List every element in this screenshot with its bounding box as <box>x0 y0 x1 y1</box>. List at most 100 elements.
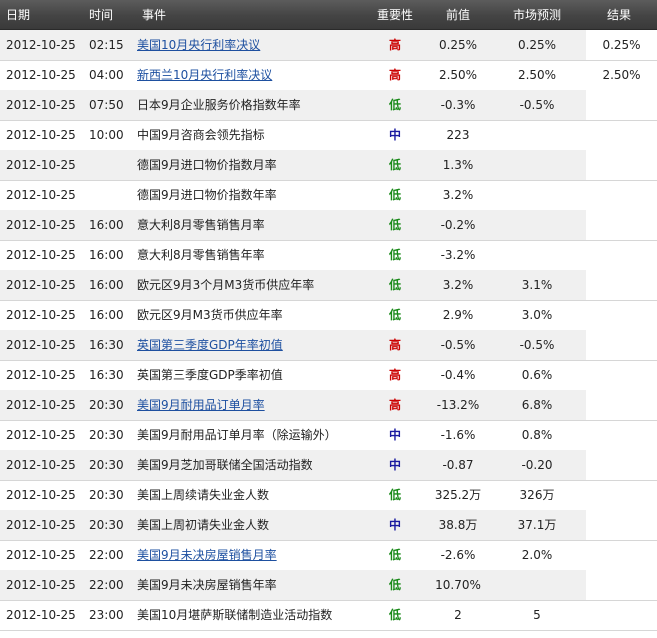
cell-event: 欧元区9月M3货币供应年率 <box>137 308 283 322</box>
cell-event: 德国9月进口物价指数年率 <box>137 188 277 202</box>
table-row: 2012-10-25 20:30 美国9月耐用品订单月率 高 -13.2% 6.8% <box>0 390 657 421</box>
header-importance: 重要性 <box>376 8 413 22</box>
cell-forecast: -0.20 <box>521 458 553 472</box>
cell-event: 美国9月未决房屋销售月率 <box>137 540 277 570</box>
cell-importance: 高 <box>388 398 401 412</box>
cell-result: 0.25% <box>586 30 657 60</box>
event-link[interactable]: 美国9月耐用品订单月率 <box>137 398 265 412</box>
event-link[interactable]: 美国10月央行利率决议 <box>137 38 260 52</box>
cell-time: 20:30 <box>89 518 124 532</box>
cell-importance: 低 <box>388 218 401 232</box>
cell-importance: 低 <box>388 188 401 202</box>
cell-importance: 低 <box>388 248 401 262</box>
table-row: 2012-10-25 02:15 美国10月央行利率决议 高 0.25% 0.25% 0.2… <box>0 30 657 61</box>
cell-previous: 223 <box>446 128 470 142</box>
table-row: 2012-10-25 16:00 欧元区9月M3货币供应年率 低 2.9% 3.0% <box>0 300 657 331</box>
cell-event: 美国10月央行利率决议 <box>137 30 260 60</box>
cell-time: 10:00 <box>89 128 124 142</box>
cell-previous: 3.2% <box>442 188 474 202</box>
cell-result <box>586 390 657 420</box>
economic-calendar-table: 日期 时间 事件 重要性 前值 市场预测 结果 2012-10-25 02:15 美… <box>0 0 657 638</box>
table-row: 2012-10-25 16:00 意大利8月零售销售月率 低 -0.2% <box>0 210 657 241</box>
cell-event: 新西兰10月央行利率决议 <box>137 60 272 90</box>
cell-previous: -0.4% <box>440 368 476 382</box>
cell-result <box>586 330 657 360</box>
header-previous: 前值 <box>445 8 470 22</box>
cell-forecast: 3.0% <box>521 308 553 322</box>
cell-date: 2012-10-25 <box>6 368 76 382</box>
table-row: 2012-10-25 20:30 美国9月耐用品订单月率（除运输外） 中 -1.6% 0.… <box>0 420 657 451</box>
cell-date: 2012-10-25 <box>6 308 76 322</box>
cell-importance: 中 <box>388 458 401 472</box>
cell-forecast: -0.5% <box>519 98 555 112</box>
cell-forecast: 2.50% <box>517 68 557 82</box>
cell-date: 2012-10-25 <box>6 428 76 442</box>
cell-forecast: 3.1% <box>521 278 553 292</box>
cell-previous: 10.70% <box>435 578 481 592</box>
cell-event: 美国上周续请失业金人数 <box>137 488 270 502</box>
cell-importance: 中 <box>388 518 401 532</box>
cell-date: 2012-10-25 <box>6 158 76 172</box>
cell-time: 23:00 <box>89 608 124 622</box>
cell-event: 英国第三季度GDP季率初值 <box>137 368 283 382</box>
table-header: 日期 时间 事件 重要性 前值 市场预测 结果 <box>0 0 657 30</box>
cell-date: 2012-10-25 <box>6 458 76 472</box>
cell-time: 22:00 <box>89 578 124 592</box>
cell-importance: 中 <box>388 428 401 442</box>
cell-date: 2012-10-25 <box>6 128 76 142</box>
cell-time: 20:30 <box>89 398 124 412</box>
cell-previous: -0.87 <box>442 458 474 472</box>
event-link[interactable]: 新西兰10月央行利率决议 <box>137 68 272 82</box>
cell-date: 2012-10-25 <box>6 218 76 232</box>
cell-importance: 低 <box>388 608 401 622</box>
table-row: 2012-10-25 16:00 意大利8月零售销售年率 低 -3.2% <box>0 240 657 271</box>
header-event: 事件 <box>142 8 167 22</box>
cell-event: 美国9月耐用品订单月率 <box>137 390 265 420</box>
table-row: 2012-10-25 20:30 美国9月芝加哥联储全国活动指数 中 -0.87 -0.2… <box>0 450 657 481</box>
cell-date: 2012-10-25 <box>6 548 76 562</box>
table-row: 2012-10-25 16:00 欧元区9月3个月M3货币供应年率 低 3.2% 3.1% <box>0 270 657 301</box>
table-row: 2012-10-25 16:30 英国第三季度GDP年率初值 高 -0.5% -0.5% <box>0 330 657 361</box>
table-row: 2012-10-25 20:30 美国上周初请失业金人数 中 38.8万 37.1万 <box>0 510 657 541</box>
cell-time: 16:00 <box>89 218 124 232</box>
cell-date: 2012-10-25 <box>6 578 76 592</box>
cell-time: 20:30 <box>89 428 124 442</box>
cell-date: 2012-10-25 <box>6 98 76 112</box>
cell-previous: 3.2% <box>442 278 474 292</box>
table-row: 2012-10-25 04:00 新西兰10月央行利率决议 高 2.50% 2.50% 2.… <box>0 60 657 91</box>
event-link[interactable]: 美国9月未决房屋销售月率 <box>137 548 277 562</box>
event-link[interactable]: 英国第三季度GDP年率初值 <box>137 338 283 352</box>
cell-previous: 2 <box>454 608 462 622</box>
cell-event: 德国9月进口物价指数月率 <box>137 158 277 172</box>
cell-previous: 0.25% <box>438 38 478 52</box>
cell-time: 04:00 <box>89 68 124 82</box>
cell-event: 美国10月堪萨斯联储制造业活动指数 <box>137 608 333 622</box>
cell-forecast: 5 <box>533 608 541 622</box>
cell-date: 2012-10-25 <box>6 518 76 532</box>
cell-time: 20:30 <box>89 488 124 502</box>
table-row: 2012-10-25 23:00 美国10月堪萨斯联储制造业活动指数 低 2 5 <box>0 600 657 631</box>
cell-importance: 高 <box>388 368 401 382</box>
cell-forecast: 2.0% <box>521 548 553 562</box>
cell-result <box>586 210 657 240</box>
cell-event: 英国第三季度GDP年率初值 <box>137 330 283 360</box>
cell-previous: -0.3% <box>440 98 476 112</box>
cell-previous: 325.2万 <box>434 488 482 502</box>
cell-result <box>586 450 657 480</box>
cell-previous: 38.8万 <box>438 518 478 532</box>
cell-event: 意大利8月零售销售月率 <box>137 218 265 232</box>
header-date: 日期 <box>6 8 31 22</box>
cell-date: 2012-10-25 <box>6 188 76 202</box>
cell-result <box>586 510 657 540</box>
cell-importance: 低 <box>388 548 401 562</box>
cell-date: 2012-10-25 <box>6 68 76 82</box>
table-row: 2012-10-25 22:00 美国9月未决房屋销售年率 低 10.70% <box>0 570 657 601</box>
cell-previous: -0.5% <box>440 338 476 352</box>
cell-previous: -3.2% <box>440 248 476 262</box>
cell-event: 意大利8月零售销售年率 <box>137 248 265 262</box>
cell-time: 16:00 <box>89 248 124 262</box>
cell-previous: 2.50% <box>438 68 478 82</box>
cell-importance: 高 <box>388 68 401 82</box>
cell-event: 美国9月芝加哥联储全国活动指数 <box>137 458 313 472</box>
cell-time: 16:00 <box>89 278 124 292</box>
